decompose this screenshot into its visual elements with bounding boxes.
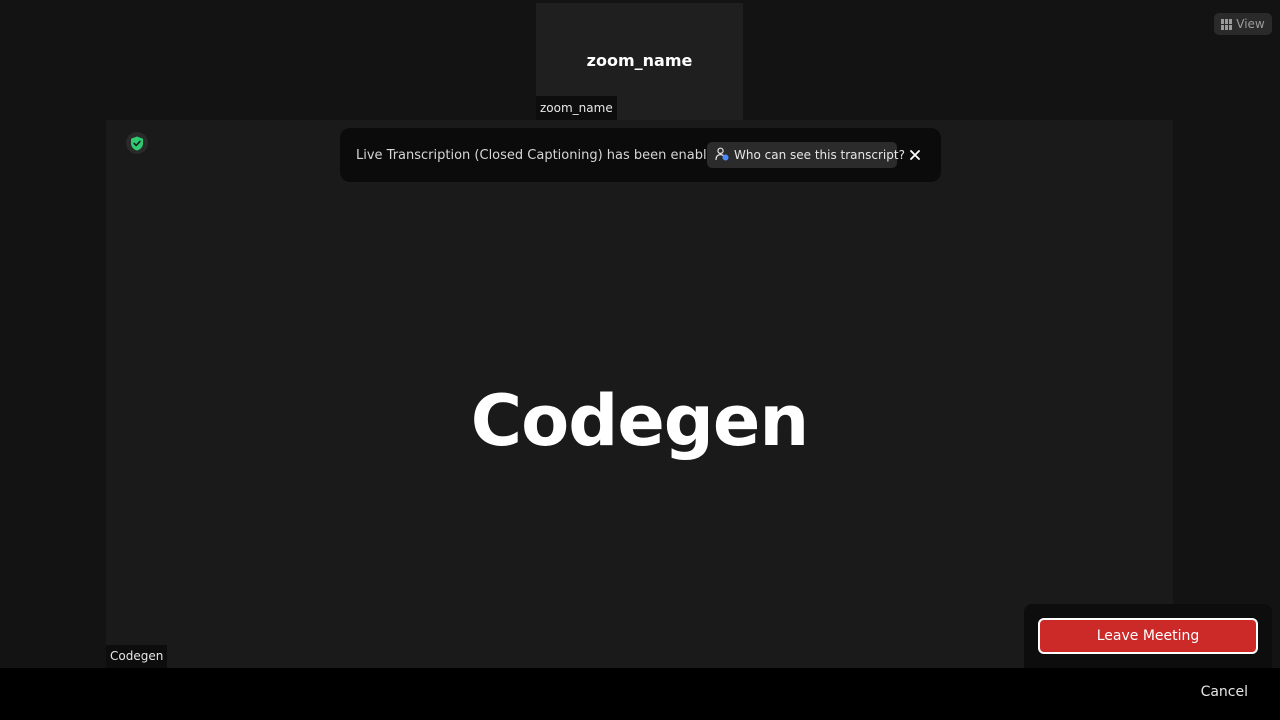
people-icon: [715, 147, 729, 164]
participant-thumbnail[interactable]: zoom_name zoom_name: [536, 3, 743, 120]
bottom-toolbar: Cancel: [0, 668, 1280, 720]
leave-meeting-button[interactable]: Leave Meeting: [1038, 618, 1258, 654]
view-button-label: View: [1236, 17, 1265, 31]
grid-icon: [1221, 18, 1233, 30]
transcription-message: Live Transcription (Closed Captioning) h…: [356, 147, 723, 163]
view-button[interactable]: View: [1214, 13, 1272, 35]
thumbnail-name-label: zoom_name: [536, 96, 617, 120]
who-can-see-label: Who can see this transcript?: [734, 148, 905, 162]
close-banner-button[interactable]: [906, 146, 924, 164]
active-speaker-name: Codegen: [470, 380, 809, 462]
close-icon: [910, 146, 920, 164]
thumbnail-participant-name: zoom_name: [586, 51, 693, 70]
transcription-banner: Live Transcription (Closed Captioning) h…: [340, 128, 941, 182]
active-speaker-label: Codegen: [106, 645, 168, 668]
cancel-button[interactable]: Cancel: [1201, 684, 1248, 700]
who-can-see-transcript-button[interactable]: Who can see this transcript?: [707, 142, 905, 168]
leave-meeting-panel: Leave Meeting: [1024, 604, 1272, 668]
meeting-window: zoom_name zoom_name View Codegen Codegen…: [0, 0, 1280, 720]
encryption-shield-icon[interactable]: [126, 132, 148, 154]
